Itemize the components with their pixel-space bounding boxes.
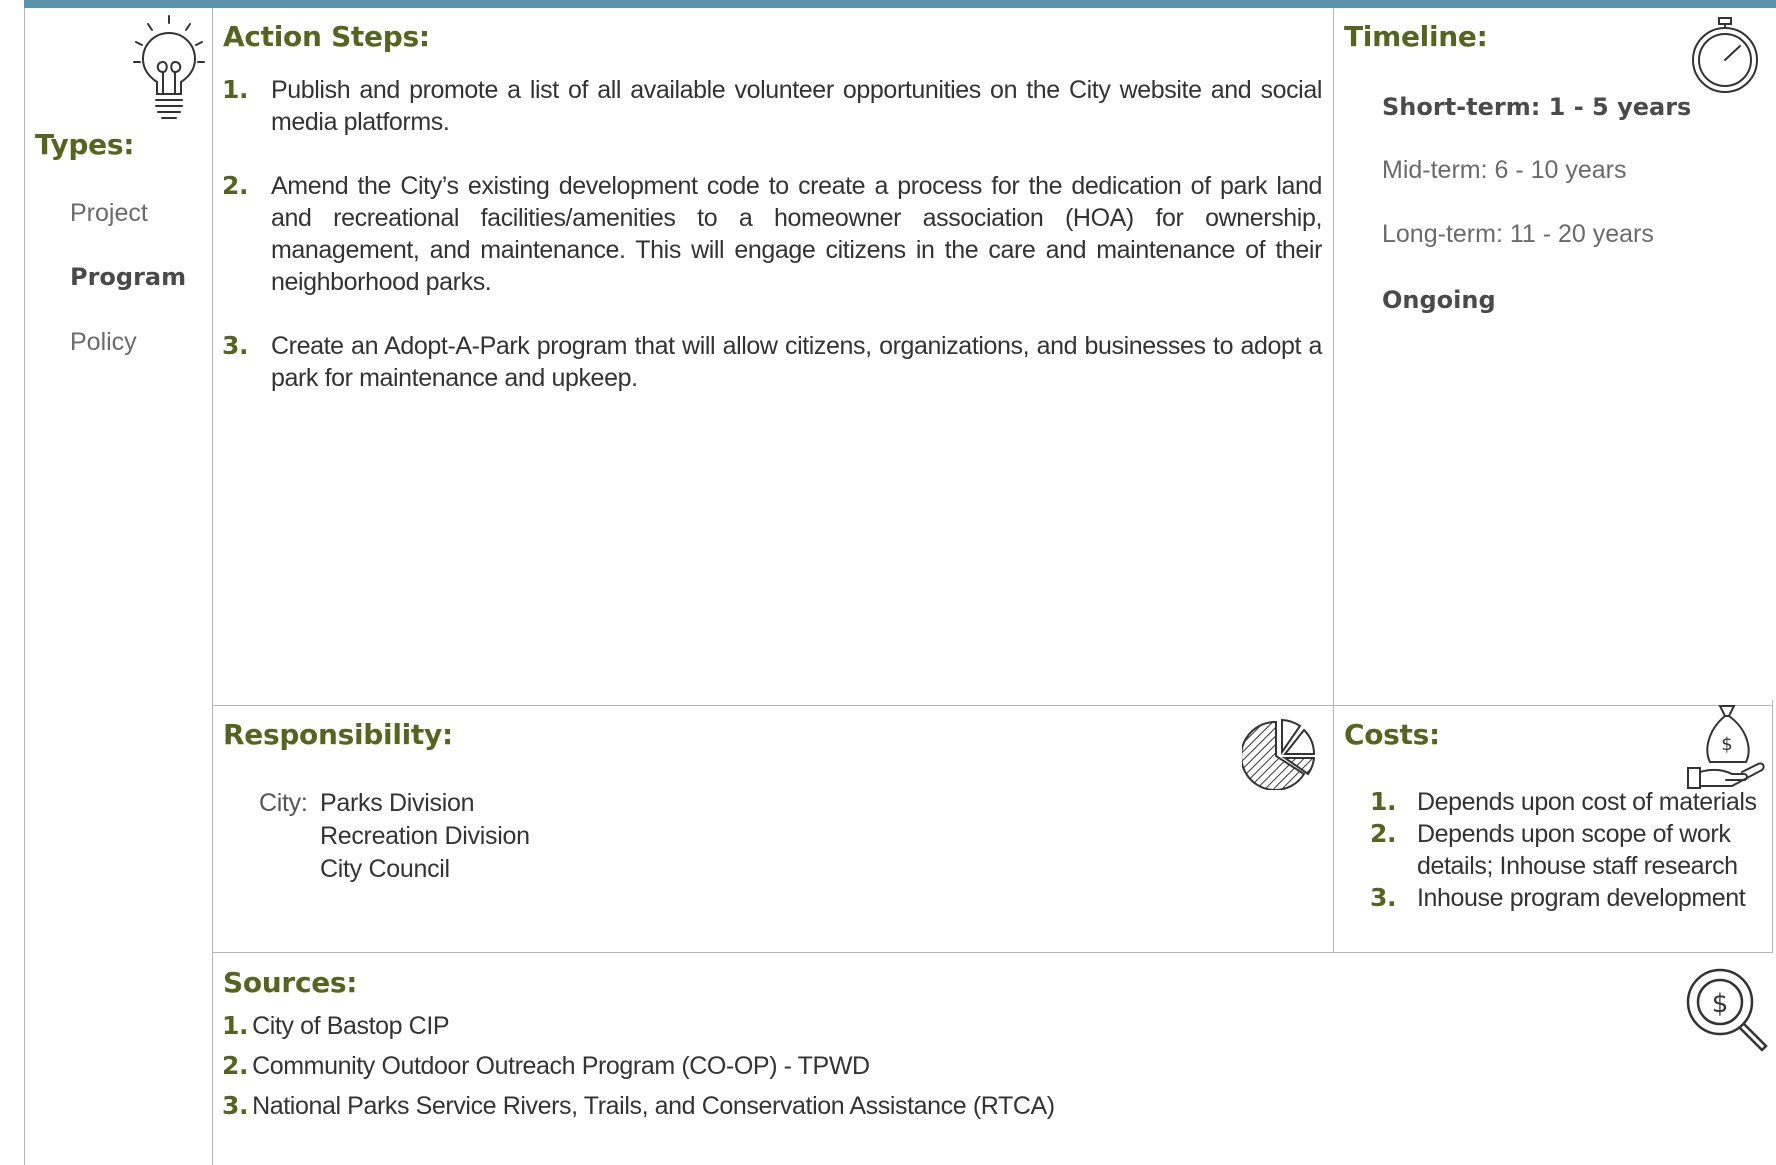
types-heading: Types: (35, 128, 135, 161)
lightbulb-icon (133, 15, 205, 119)
timeline-column-divider (1333, 8, 1334, 953)
svg-text:$: $ (1712, 989, 1729, 1019)
list-item: 2. Depends upon scope of work details; In… (1370, 818, 1770, 882)
source-number: 2. (222, 1051, 249, 1080)
responsibility-recreation-division: Recreation Division (320, 822, 530, 850)
cost-number: 2. (1370, 819, 1397, 848)
costs-list: 1. Depends upon cost of materials 2. Depen… (1370, 786, 1770, 914)
sources-top-rule (212, 952, 1773, 953)
source-number: 3. (222, 1091, 249, 1120)
types-column-divider (212, 8, 213, 1165)
timeline-mid-term: Mid-term: 6 - 10 years (1382, 156, 1627, 184)
cost-text: Depends upon scope of work details; Inho… (1417, 820, 1738, 880)
step-number: 3. (222, 331, 249, 360)
action-steps-list: 1. Publish and promote a list of all avai… (222, 74, 1322, 426)
pie-chart-icon (1242, 718, 1316, 790)
list-item: 3. Create an Adopt-A-Park program that wi… (222, 330, 1322, 394)
type-project: Project (70, 199, 148, 227)
responsibility-heading: Responsibility: (223, 718, 453, 751)
type-policy: Policy (70, 328, 137, 356)
source-text: City of Bastop CIP (252, 1012, 450, 1040)
sources-heading: Sources: (223, 966, 358, 999)
dollar-magnifier-icon: $ (1686, 968, 1768, 1052)
source-text: Community Outdoor Outreach Program (CO-O… (252, 1052, 870, 1080)
responsibility-label: City: (259, 789, 308, 817)
source-number: 1. (222, 1011, 249, 1040)
list-item: 2. Community Outdoor Outreach Program (CO… (222, 1046, 1055, 1086)
cost-text: Inhouse program development (1417, 884, 1746, 912)
source-text: National Parks Service Rivers, Trails, a… (252, 1092, 1055, 1120)
stopwatch-icon (1692, 17, 1758, 93)
list-item: 1. Depends upon cost of materials (1370, 786, 1770, 818)
cost-number: 3. (1370, 883, 1397, 912)
step-text: Create an Adopt-A-Park program that will… (271, 332, 1322, 392)
list-item: 1. City of Bastop CIP (222, 1006, 1055, 1046)
step-text: Publish and promote a list of all availa… (271, 76, 1322, 136)
responsibility-parks-division: Parks Division (320, 789, 475, 817)
step-text: Amend the City’s existing development co… (271, 172, 1322, 296)
responsibility-city-council: City Council (320, 855, 450, 883)
timeline-short-term: Short-term: 1 - 5 years (1382, 93, 1692, 121)
costs-heading: Costs: (1344, 718, 1440, 751)
svg-text:$: $ (1721, 734, 1732, 755)
list-item: 3. Inhouse program development (1370, 882, 1770, 914)
timeline-long-term: Long-term: 11 - 20 years (1382, 220, 1654, 248)
right-border (1772, 700, 1773, 953)
step-number: 1. (222, 75, 249, 104)
action-steps-heading: Action Steps: (223, 20, 430, 53)
list-item: 1. Publish and promote a list of all avai… (222, 74, 1322, 138)
cost-number: 1. (1370, 787, 1397, 816)
list-item: 2. Amend the City’s existing development … (222, 170, 1322, 298)
timeline-heading: Timeline: (1344, 20, 1488, 53)
responsibility-top-rule (212, 705, 1773, 706)
top-accent-bar (24, 0, 1776, 8)
money-bag-hand-icon: $ (1687, 705, 1765, 789)
step-number: 2. (222, 171, 249, 200)
timeline-ongoing: Ongoing (1382, 286, 1496, 314)
type-program: Program (70, 263, 187, 291)
left-border (24, 8, 25, 1165)
cost-text: Depends upon cost of materials (1417, 788, 1757, 816)
list-item: 3. National Parks Service Rivers, Trails,… (222, 1086, 1055, 1126)
sources-list: 1. City of Bastop CIP 2. Community Outdoor… (222, 1006, 1055, 1126)
